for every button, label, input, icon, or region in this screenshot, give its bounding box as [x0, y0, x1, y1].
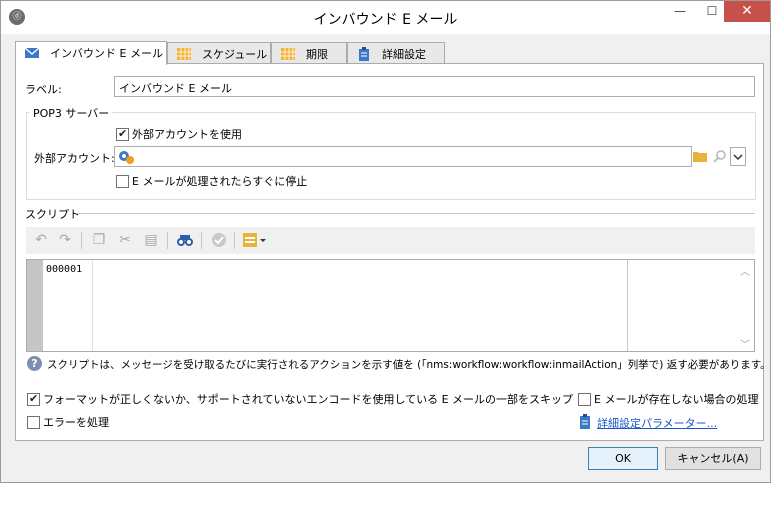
scroll-up-icon[interactable]: ︿ [740, 263, 750, 278]
dialog-window: ⓓ インバウンド E メール — ☐ ✕ インバウンド E メール スケジュール… [0, 0, 771, 483]
editor-margin-line [627, 260, 628, 351]
script-divider [76, 213, 755, 214]
paste-icon[interactable]: ▤ [142, 231, 160, 249]
checkbox-box[interactable] [27, 415, 40, 429]
tab-label: 詳細設定 [382, 48, 426, 61]
ok-button[interactable]: OK [588, 447, 658, 470]
tab-expiration[interactable]: 期限 [271, 42, 347, 64]
cancel-button[interactable]: キャンセル(A) [665, 447, 761, 470]
advanced-parameters-link[interactable]: 詳細設定パラメーター... [597, 415, 717, 431]
envelope-icon [24, 46, 40, 60]
copy-icon[interactable]: ❐ [90, 231, 108, 249]
script-editor[interactable]: 000001 ︿ ﹀ [26, 259, 755, 352]
line-number: 000001 [46, 264, 83, 275]
checkbox-box[interactable] [116, 127, 129, 141]
label-caption: ラベル: [25, 83, 62, 96]
handle-errors-checkbox[interactable]: エラーを処理 [27, 414, 109, 430]
gutter-divider [92, 260, 93, 351]
editor-gutter-bar [27, 260, 43, 351]
checkbox-box[interactable] [578, 392, 591, 406]
title-bar[interactable]: ⓓ インバウンド E メール — ☐ ✕ [1, 1, 770, 34]
tab-schedule[interactable]: スケジュール [167, 42, 271, 64]
checkbox-label: フォーマットが正しくないか、サポートされていないエンコードを使用している E メ… [43, 393, 574, 406]
undo-icon[interactable]: ↶ [32, 231, 50, 249]
checkbox-box[interactable] [116, 174, 129, 188]
tab-advanced[interactable]: 詳細設定 [347, 42, 445, 64]
cut-icon[interactable]: ✂ [116, 231, 134, 249]
script-section-title: スクリプト [25, 208, 80, 221]
editor-scrollbar[interactable]: ︿ ﹀ [737, 260, 754, 351]
handle-no-email-checkbox[interactable]: E メールが存在しない場合の処理 [578, 391, 758, 407]
close-button[interactable]: ✕ [724, 1, 770, 22]
window-title: インバウンド E メール [313, 12, 458, 28]
chevron-down-icon[interactable] [730, 147, 746, 166]
tab-label: 期限 [306, 48, 328, 61]
scroll-down-icon[interactable]: ﹀ [740, 336, 750, 351]
toolbar-separator [167, 232, 168, 249]
checkbox-label: エラーを処理 [43, 416, 109, 429]
checkbox-label: 外部アカウントを使用 [132, 128, 242, 141]
external-account-field[interactable] [114, 146, 692, 167]
checkbox-label: E メールが処理されたらすぐに停止 [132, 175, 308, 188]
gear-account-icon [117, 149, 135, 168]
toolbar-separator [201, 232, 202, 249]
stop-after-processing-checkbox[interactable]: E メールが処理されたらすぐに停止 [116, 173, 307, 189]
calendar-icon [176, 47, 192, 61]
clipboard-icon [356, 47, 372, 61]
calendar-icon [280, 47, 296, 61]
clipboard-icon [578, 414, 592, 429]
script-toolbar: ↶ ↷ ❐ ✂ ▤ [26, 227, 755, 254]
folder-icon[interactable] [692, 149, 708, 163]
script-help-text: スクリプトは、メッセージを受け取るたびに実行されるアクションを示す値を (「nm… [47, 359, 771, 371]
search-icon[interactable] [712, 149, 728, 163]
tab-panel: ラベル: インバウンド E メール POP3 サーバー 外部アカウントを使用 外… [15, 63, 771, 441]
find-icon[interactable] [176, 231, 194, 249]
pop3-group-title: POP3 サーバー [30, 105, 113, 121]
minimize-button[interactable]: — [665, 1, 695, 22]
validate-icon[interactable] [210, 231, 228, 249]
tab-label: インバウンド E メール [50, 47, 163, 60]
tab-inbound-email[interactable]: インバウンド E メール [15, 41, 167, 65]
skip-bad-format-checkbox[interactable]: フォーマットが正しくないか、サポートされていないエンコードを使用している E メ… [27, 391, 573, 407]
help-icon: ? [27, 356, 42, 371]
toolbar-separator [81, 232, 82, 249]
insert-menu-icon[interactable] [242, 231, 268, 249]
maximize-button[interactable]: ☐ [697, 1, 727, 22]
tab-label: スケジュール [202, 48, 268, 61]
label-field[interactable]: インバウンド E メール [114, 76, 755, 97]
toolbar-separator [234, 232, 235, 249]
redo-icon[interactable]: ↷ [56, 231, 74, 249]
checkbox-label: E メールが存在しない場合の処理 [594, 393, 759, 406]
checkbox-box[interactable] [27, 392, 40, 406]
external-account-caption: 外部アカウント: [34, 152, 115, 165]
use-external-account-checkbox[interactable]: 外部アカウントを使用 [116, 126, 242, 142]
